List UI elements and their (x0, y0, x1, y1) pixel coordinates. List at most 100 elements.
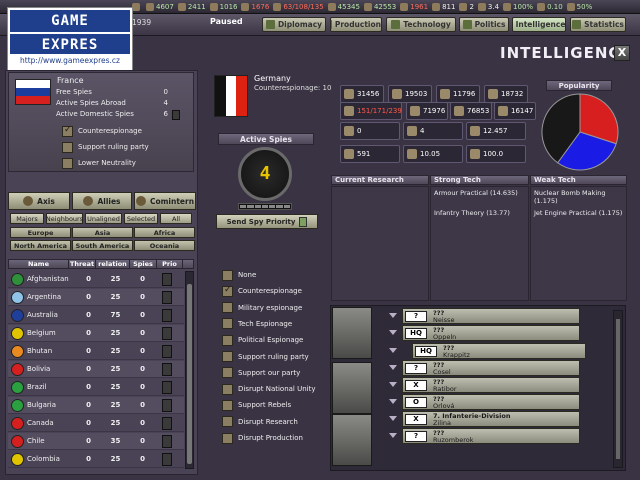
mission-option[interactable]: Political Espionage (222, 334, 303, 346)
priority-slider[interactable] (162, 452, 172, 466)
mission-checkbox[interactable] (222, 399, 233, 411)
priority-slider[interactable] (162, 416, 172, 430)
priority-slider[interactable] (162, 308, 172, 322)
unit-row[interactable]: O??? Orlová (402, 394, 580, 410)
own-option-checkbox[interactable] (62, 125, 73, 137)
mission-option[interactable]: Support our party (222, 367, 300, 379)
priority-slider[interactable] (162, 326, 172, 340)
filter-button-all[interactable]: All (160, 213, 192, 224)
unit-row[interactable]: ???? Neisse (402, 308, 580, 324)
mission-checkbox[interactable] (222, 416, 233, 428)
filter-button-neighbours[interactable]: Neighbours (46, 213, 83, 224)
mission-option[interactable]: Military espionage (222, 302, 302, 314)
priority-slider[interactable] (162, 344, 172, 358)
priority-slider[interactable] (162, 398, 172, 412)
tab-diplomacy[interactable]: Diplomacy (262, 17, 326, 32)
unit-row[interactable]: X??? Ratibor (402, 377, 580, 393)
region-button-south-america[interactable]: South America (72, 240, 133, 251)
domestic-spies-slider[interactable] (172, 110, 180, 120)
mission-option[interactable]: None (222, 269, 256, 281)
expand-arrow-icon[interactable] (389, 313, 397, 318)
tab-statistics[interactable]: Statistics (570, 17, 626, 32)
unit-row[interactable]: HQ??? Krappitz (412, 343, 586, 359)
table-row[interactable]: Canada 0 25 0 (8, 415, 184, 432)
table-row[interactable]: Belgium 0 25 0 (8, 325, 184, 342)
table-row[interactable]: Brazil 0 25 0 (8, 379, 184, 396)
region-button-oceania[interactable]: Oceania (134, 240, 195, 251)
tab-politics[interactable]: Politics (459, 17, 509, 32)
priority-slider[interactable] (162, 362, 172, 376)
mission-checkbox[interactable] (222, 367, 233, 379)
stat-box: 4 (403, 122, 463, 140)
send-spy-priority-button[interactable]: Send Spy Priority (216, 214, 318, 229)
expand-arrow-icon[interactable] (389, 433, 397, 438)
country-table-scrollbar[interactable] (185, 271, 194, 469)
table-header-relation[interactable]: relation (96, 260, 130, 268)
expand-arrow-icon[interactable] (389, 399, 397, 404)
priority-slider[interactable] (162, 290, 172, 304)
table-row[interactable]: Colombia 0 25 0 (8, 451, 184, 468)
mission-option[interactable]: Counterespionage (222, 285, 302, 297)
mission-option[interactable]: Disrupt National Unity (222, 383, 316, 395)
table-header-prio[interactable]: Prio (157, 260, 183, 268)
mission-option[interactable]: Disrupt Production (222, 432, 303, 444)
mission-option[interactable]: Disrupt Research (222, 416, 298, 428)
expand-arrow-icon[interactable] (389, 416, 397, 421)
mission-checkbox[interactable] (222, 351, 233, 362)
priority-slider[interactable] (162, 272, 172, 286)
paused-indicator[interactable]: Paused (210, 17, 243, 26)
filter-button-majors[interactable]: Majors (10, 213, 44, 224)
mission-checkbox[interactable] (222, 432, 233, 444)
table-header-spies[interactable]: Spies (130, 260, 157, 268)
expand-arrow-icon[interactable] (389, 348, 397, 353)
own-option-checkbox[interactable] (62, 158, 73, 169)
mission-checkbox[interactable] (222, 302, 233, 314)
mission-option[interactable]: Tech Espionage (222, 318, 292, 330)
expand-arrow-icon[interactable] (389, 365, 397, 370)
mission-checkbox[interactable] (222, 334, 233, 346)
region-button-north-america[interactable]: North America (10, 240, 71, 251)
tab-intelligence[interactable]: Intelligence (512, 17, 566, 32)
table-header-name[interactable]: Name (9, 260, 69, 268)
expand-arrow-icon[interactable] (389, 382, 397, 387)
mission-option[interactable]: Support ruling party (222, 351, 309, 363)
table-row[interactable]: Australia 0 75 0 (8, 307, 184, 324)
unit-row[interactable]: ???? Cosel (402, 360, 580, 376)
faction-button-comintern[interactable]: Comintern (134, 192, 196, 210)
region-button-europe[interactable]: Europe (10, 227, 71, 238)
region-button-asia[interactable]: Asia (72, 227, 133, 238)
table-row[interactable]: Chile 0 35 0 (8, 433, 184, 450)
mission-checkbox[interactable] (222, 269, 233, 281)
table-row[interactable]: Bulgaria 0 25 0 (8, 397, 184, 414)
faction-button-allies[interactable]: Allies (72, 192, 132, 210)
country-flag-icon (11, 452, 24, 466)
table-row[interactable]: Afghanistan 0 25 0 (8, 271, 184, 288)
expand-arrow-icon[interactable] (389, 330, 397, 335)
filter-button-unaligned[interactable]: Unaligned (85, 213, 122, 224)
region-button-africa[interactable]: Africa (134, 227, 195, 238)
stat-value: 31456 (357, 90, 380, 98)
mission-option[interactable]: Support Rebels (222, 399, 291, 411)
unit-row[interactable]: X 7. Infanterie-Division Zilina (402, 411, 580, 427)
unit-row[interactable]: HQ??? Oppeln (402, 325, 580, 341)
table-row[interactable]: Argentina 0 25 0 (8, 289, 184, 306)
priority-slider[interactable] (162, 380, 172, 394)
mission-checkbox[interactable] (222, 285, 233, 297)
priority-slider[interactable] (162, 434, 172, 448)
transport-icon (498, 106, 508, 116)
tab-production[interactable]: Production (330, 17, 382, 32)
tab-technology[interactable]: Technology (386, 17, 456, 32)
mission-checkbox[interactable] (222, 383, 233, 395)
faction-button-axis[interactable]: Axis (8, 192, 70, 210)
table-row[interactable]: Bolivia 0 25 0 (8, 361, 184, 378)
close-button[interactable]: X (614, 45, 630, 61)
table-header-threat[interactable]: Threat (69, 260, 96, 268)
stat-value: 4 (420, 127, 425, 135)
unit-list-scrollbar[interactable] (613, 310, 623, 468)
own-option-checkbox[interactable] (62, 142, 73, 153)
general-portrait (332, 307, 372, 359)
unit-row[interactable]: ???? Ruzomberok (402, 428, 580, 444)
filter-button-selected[interactable]: Selected (124, 213, 158, 224)
table-row[interactable]: Bhutan 0 25 0 (8, 343, 184, 360)
mission-checkbox[interactable] (222, 318, 233, 330)
